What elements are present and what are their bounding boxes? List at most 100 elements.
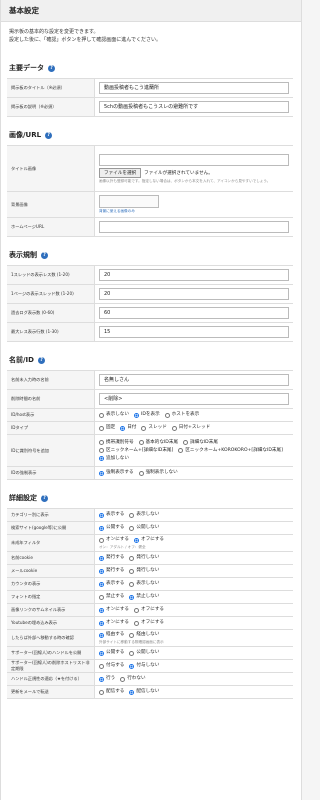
radio-option[interactable]: 禁止する	[99, 593, 124, 601]
radio-option[interactable]: 禁止しない	[129, 593, 159, 601]
past-log-count-input[interactable]: 60	[99, 307, 289, 319]
radio-option[interactable]: オンにする	[99, 536, 129, 544]
radio-option[interactable]: 区ニックネーム+KOROKORO+[詳細なID末尾]	[178, 447, 283, 455]
radio-button[interactable]	[129, 689, 135, 695]
radio-option[interactable]: オフにする	[134, 536, 164, 544]
radio-button[interactable]	[99, 650, 104, 656]
title-image-url-input[interactable]	[99, 153, 289, 166]
radio-option[interactable]: 経由する	[99, 631, 124, 639]
radio-option[interactable]: ホストを表示	[164, 411, 199, 419]
radio-option[interactable]: 公開しない	[129, 649, 159, 657]
radio-button[interactable]	[138, 440, 144, 445]
radio-button[interactable]	[99, 456, 104, 461]
radio-option[interactable]: 固定	[99, 424, 115, 432]
radio-button[interactable]	[129, 594, 135, 600]
radio-option[interactable]: 公開しない	[129, 524, 159, 532]
radio-button[interactable]	[99, 689, 104, 695]
radio-option[interactable]: 発行しない	[129, 567, 159, 575]
radio-button[interactable]	[129, 663, 135, 669]
radio-option[interactable]: 強制表示しない	[138, 469, 178, 477]
default-name-input[interactable]: 名無しさん	[99, 374, 289, 386]
max-lines-input[interactable]: 15	[99, 326, 289, 338]
radio-button[interactable]	[129, 650, 135, 656]
radio-option[interactable]: 表示しない	[129, 580, 159, 588]
radio-button[interactable]	[138, 470, 144, 476]
radio-option[interactable]: 区ニックネーム+[詳細なID末尾]	[99, 447, 173, 455]
radio-button[interactable]	[99, 676, 104, 682]
radio-button[interactable]	[134, 537, 140, 543]
board-description-input[interactable]: 5chの動画投稿者もこうスレの避難所です	[99, 101, 289, 113]
radio-button[interactable]	[99, 594, 104, 600]
radio-button[interactable]	[178, 448, 184, 453]
radio-button[interactable]	[120, 676, 126, 682]
radio-option[interactable]: 表示する	[99, 511, 124, 519]
choose-file-button[interactable]: ファイルを選択	[99, 167, 142, 178]
radio-button[interactable]	[99, 525, 104, 531]
radio-option[interactable]: スレッド	[141, 424, 167, 432]
background-image-picker[interactable]	[99, 195, 159, 208]
radio-button[interactable]	[129, 568, 135, 574]
help-icon[interactable]: ?	[41, 251, 48, 259]
radio-button[interactable]	[129, 525, 135, 531]
help-icon[interactable]: ?	[37, 356, 45, 364]
radio-button[interactable]	[99, 537, 104, 543]
radio-option[interactable]: 行わない	[120, 675, 146, 683]
radio-button[interactable]	[99, 512, 104, 518]
radio-button[interactable]	[164, 412, 170, 418]
radio-button[interactable]	[171, 425, 177, 431]
radio-button[interactable]	[99, 568, 104, 574]
radio-button[interactable]	[99, 663, 104, 669]
radio-button[interactable]	[183, 440, 189, 445]
radio-option[interactable]: 日付	[120, 424, 136, 432]
radio-option[interactable]: オンにする	[99, 606, 129, 614]
radio-button[interactable]	[141, 425, 147, 431]
radio-option[interactable]: 表示する	[99, 580, 124, 588]
help-icon[interactable]: ?	[45, 131, 53, 139]
radio-option[interactable]: オフにする	[134, 619, 164, 627]
radio-option[interactable]: 発行する	[99, 554, 124, 562]
help-icon[interactable]: ?	[48, 64, 55, 72]
radio-button[interactable]	[129, 581, 135, 587]
radio-option[interactable]: 基本的なID末尾	[138, 439, 178, 447]
radio-button[interactable]	[99, 425, 104, 431]
radio-button[interactable]	[133, 412, 139, 418]
radio-option[interactable]: 表示しない	[99, 411, 129, 419]
radio-option[interactable]: 発行しない	[129, 554, 159, 562]
radio-option[interactable]: 日付+スレッド	[171, 424, 210, 432]
radio-option[interactable]: 表示しない	[129, 511, 159, 519]
radio-option[interactable]: 配信しない	[129, 688, 159, 696]
radio-option[interactable]: オフにする	[134, 606, 164, 614]
radio-button[interactable]	[99, 448, 104, 453]
delete-name-input[interactable]: <削除>	[99, 393, 289, 405]
radio-button[interactable]	[129, 555, 135, 561]
homepage-url-input[interactable]	[99, 221, 289, 233]
radio-option[interactable]: IDを表示	[133, 411, 160, 419]
radio-button[interactable]	[134, 607, 140, 613]
board-title-input[interactable]: 動画投稿者もこう進蘭所	[99, 82, 289, 94]
radio-button[interactable]	[99, 581, 104, 587]
radio-option[interactable]: 経由しない	[129, 631, 159, 639]
radio-button[interactable]	[129, 512, 135, 518]
radio-option[interactable]: 公開する	[99, 524, 124, 532]
radio-option[interactable]: 付与する	[99, 662, 124, 670]
radio-button[interactable]	[99, 555, 104, 561]
radio-option[interactable]: 行う	[99, 675, 115, 683]
radio-button[interactable]	[134, 620, 140, 626]
page-thread-count-input[interactable]: 20	[99, 288, 289, 300]
radio-option[interactable]: 公開する	[99, 649, 124, 657]
radio-button[interactable]	[99, 620, 104, 626]
radio-option[interactable]: 携帯識別符号	[99, 439, 134, 447]
radio-option[interactable]: 付与しない	[129, 662, 159, 670]
help-icon[interactable]: ?	[41, 494, 48, 502]
thread-res-count-input[interactable]: 20	[99, 269, 289, 281]
radio-button[interactable]	[99, 470, 104, 476]
radio-option[interactable]: 追加しない	[99, 455, 129, 463]
radio-option[interactable]: 強制表示する	[99, 469, 134, 477]
radio-button[interactable]	[99, 412, 104, 418]
radio-button[interactable]	[99, 632, 104, 638]
radio-button[interactable]	[129, 632, 135, 638]
radio-option[interactable]: 詳細なID末尾	[183, 439, 218, 447]
radio-button[interactable]	[120, 425, 126, 431]
radio-option[interactable]: 発行する	[99, 567, 124, 575]
radio-button[interactable]	[99, 607, 104, 613]
